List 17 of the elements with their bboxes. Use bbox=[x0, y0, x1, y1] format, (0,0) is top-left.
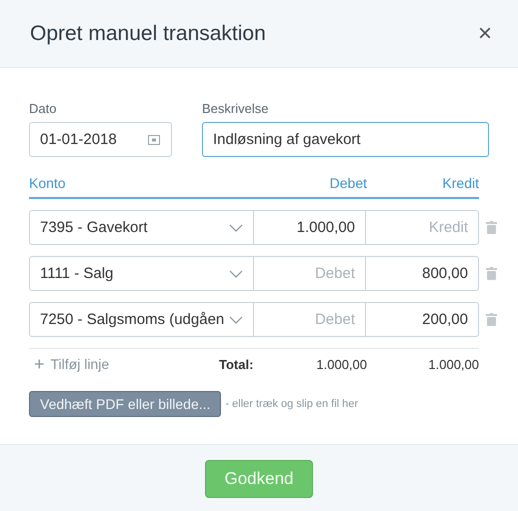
date-label: Dato bbox=[29, 101, 58, 116]
description-field[interactable]: Indløsning af gavekort bbox=[202, 122, 489, 157]
drop-hint: - eller træk og slip en fil her bbox=[225, 398, 358, 410]
trash-icon[interactable] bbox=[486, 267, 497, 280]
debit-total: 1.000,00 bbox=[315, 356, 367, 372]
description-label: Beskrivelse bbox=[202, 101, 270, 116]
column-header: Kredit bbox=[441, 175, 479, 191]
window-title: Opret manuel transaktion bbox=[30, 22, 266, 46]
calendar-icon[interactable] bbox=[148, 135, 160, 145]
date-field[interactable]: 01-01-2018 bbox=[29, 122, 172, 157]
total-label: Total: bbox=[219, 356, 254, 372]
column-header: Konto bbox=[29, 175, 67, 191]
trash-icon[interactable] bbox=[486, 221, 497, 234]
column-header: Debet bbox=[328, 175, 367, 191]
credit-total: 1.000,00 bbox=[427, 356, 479, 372]
close-button[interactable]: × bbox=[478, 22, 492, 46]
trash-icon[interactable] bbox=[486, 313, 497, 326]
